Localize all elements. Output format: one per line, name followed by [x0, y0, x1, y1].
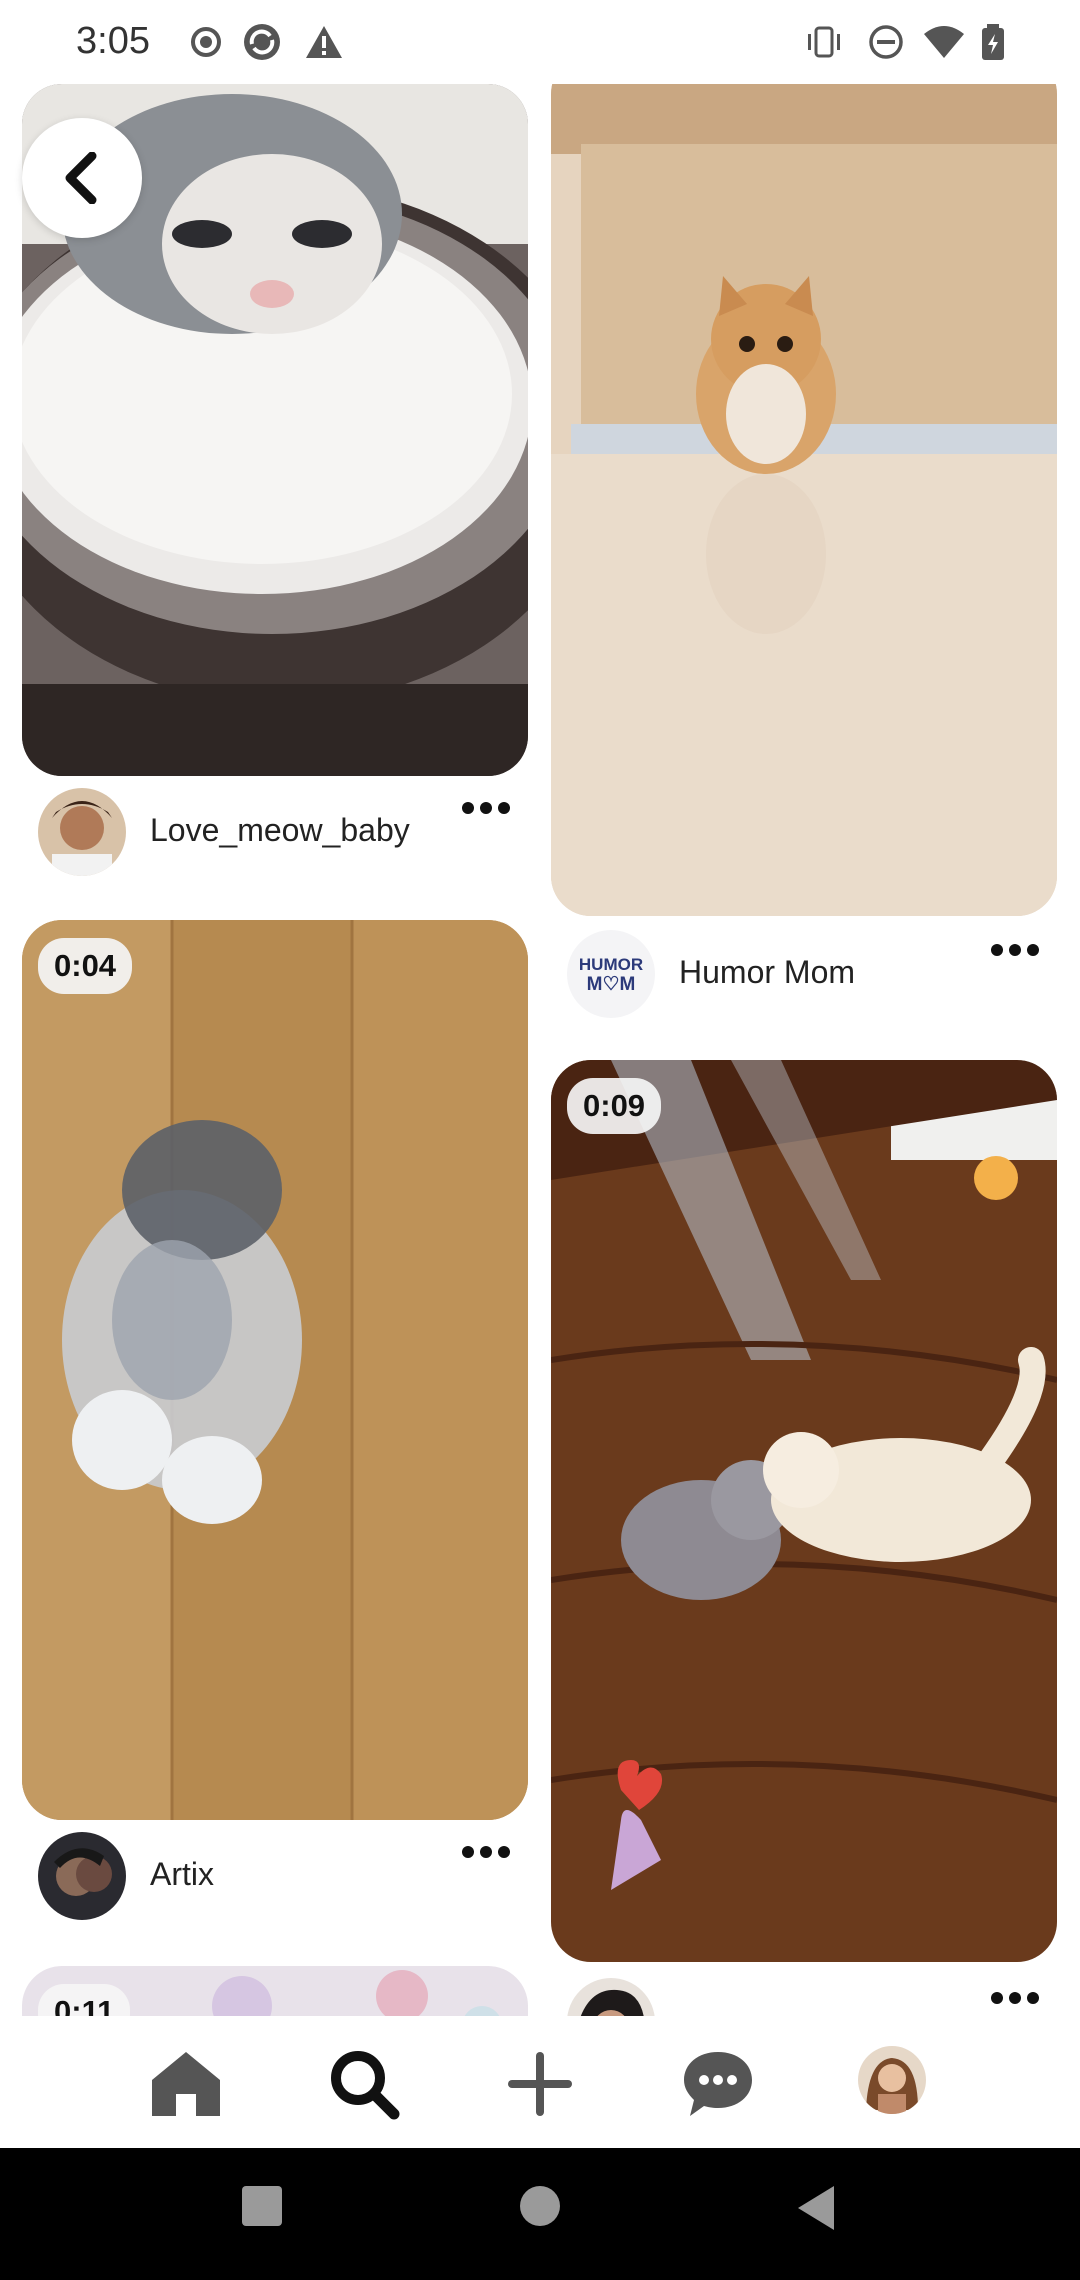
- search-icon[interactable]: [326, 2046, 402, 2122]
- creator-avatar[interactable]: HUMOR M♡M: [567, 930, 655, 1018]
- warning-icon: [306, 26, 342, 58]
- more-options-icon[interactable]: [985, 1978, 1045, 2016]
- battery-icon: [982, 24, 1004, 60]
- do-not-disturb-icon: [869, 25, 903, 59]
- status-time: 3:05: [76, 20, 150, 62]
- svg-text:HUMOR: HUMOR: [579, 955, 643, 974]
- messages-icon[interactable]: [680, 2046, 756, 2122]
- vibrate-icon: [808, 26, 840, 58]
- home-button[interactable]: [518, 2184, 562, 2228]
- home-icon[interactable]: [148, 2046, 224, 2122]
- kitten-running-video: [22, 920, 528, 1820]
- svg-text:M♡M: M♡M: [587, 974, 636, 995]
- more-options-icon[interactable]: [456, 788, 516, 828]
- two-kittens-video: [551, 1060, 1057, 1962]
- sync-app-icon: [244, 24, 280, 60]
- creator-avatar[interactable]: [38, 788, 126, 876]
- pin-feed[interactable]: Love_meow_baby HUMOR M♡M Humor Mom 0:04 …: [0, 84, 1080, 2016]
- pin-footer: Love_meow_baby: [22, 782, 528, 878]
- creator-name[interactable]: Humor Mom: [679, 954, 855, 991]
- creator-avatar[interactable]: [38, 1832, 126, 1920]
- pin-footer: Artix: [22, 1826, 528, 1922]
- kitten-on-floor-image: [551, 84, 1057, 916]
- video-duration-badge: 0:09: [567, 1078, 662, 1134]
- wifi-icon: [924, 26, 964, 58]
- chevron-left-icon: [65, 152, 97, 204]
- pin-video[interactable]: 0:04: [22, 920, 528, 1820]
- video-duration-badge: 0:04: [38, 938, 133, 994]
- creator-name[interactable]: Love_meow_baby: [150, 812, 410, 849]
- bottom-navigation: [0, 2016, 1080, 2148]
- recents-button[interactable]: [240, 2184, 284, 2228]
- record-icon: [191, 27, 221, 57]
- status-bar: 3:05: [0, 0, 1080, 84]
- back-nav-button[interactable]: [794, 2184, 838, 2232]
- back-button[interactable]: [22, 118, 142, 238]
- pin-image[interactable]: [551, 84, 1057, 916]
- pin-video[interactable]: 0:09: [551, 1060, 1057, 1962]
- creator-name[interactable]: Artix: [150, 1856, 214, 1893]
- profile-avatar[interactable]: [858, 2046, 926, 2114]
- pin-footer: HUMOR M♡M Humor Mom: [551, 924, 1057, 1020]
- creator-avatar[interactable]: [567, 1978, 655, 2016]
- system-navigation-bar: [0, 2148, 1080, 2280]
- video-duration-badge: 0:11: [38, 1984, 131, 2016]
- pin-footer: [551, 1972, 1057, 2016]
- more-options-icon[interactable]: [456, 1832, 516, 1872]
- pin-video[interactable]: 0:11: [22, 1966, 528, 2016]
- more-options-icon[interactable]: [985, 930, 1045, 970]
- create-icon[interactable]: [502, 2046, 578, 2122]
